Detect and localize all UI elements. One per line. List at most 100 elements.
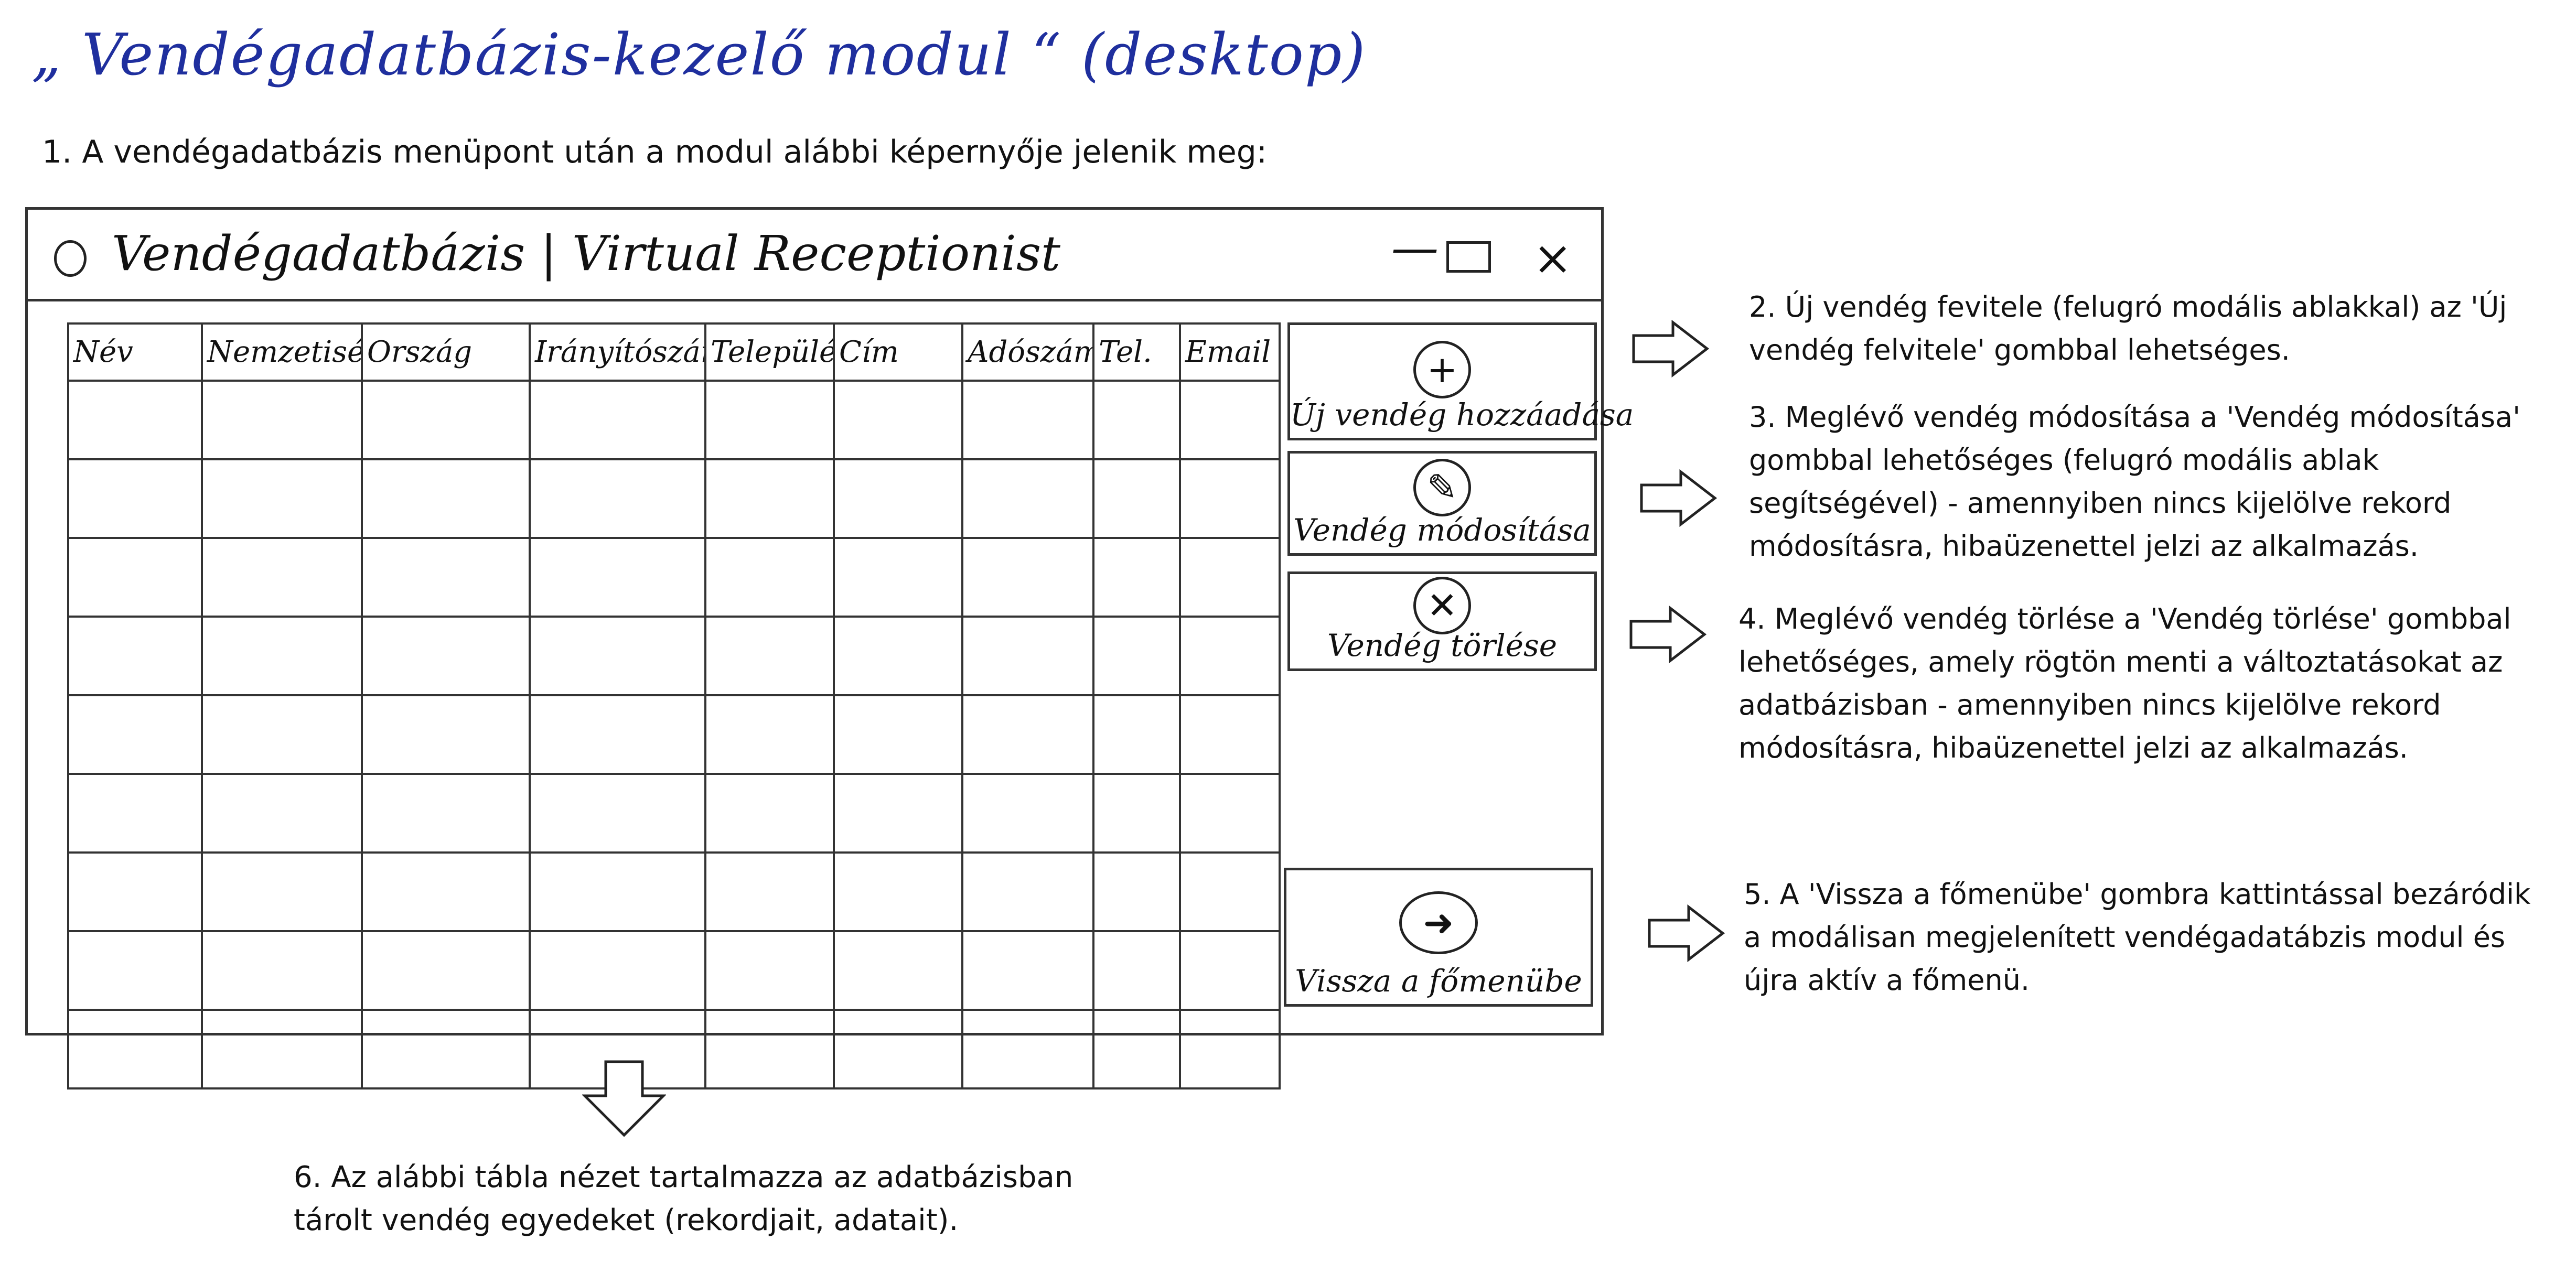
table-cell[interactable] xyxy=(361,694,531,775)
table-row[interactable] xyxy=(67,1009,1281,1089)
delete-guest-button[interactable]: ✕ Vendég törlése xyxy=(1287,571,1597,671)
table-cell[interactable] xyxy=(961,1009,1094,1089)
table-cell[interactable] xyxy=(833,616,963,696)
table-cell[interactable] xyxy=(1179,380,1281,460)
table-cell[interactable] xyxy=(529,930,706,1011)
table-row[interactable] xyxy=(67,537,1281,618)
table-cell[interactable] xyxy=(704,1009,835,1089)
table-cell[interactable] xyxy=(704,537,835,618)
table-cell[interactable] xyxy=(704,458,835,539)
table-cell[interactable] xyxy=(833,1009,963,1089)
column-header[interactable]: Nemzetiség xyxy=(201,322,363,382)
maximize-icon[interactable] xyxy=(1446,241,1491,273)
edit-guest-button[interactable]: ✎ Vendég módosítása xyxy=(1287,451,1597,556)
table-cell[interactable] xyxy=(361,851,531,932)
table-cell[interactable] xyxy=(201,616,363,696)
column-header[interactable]: Cím xyxy=(833,322,963,382)
table-cell[interactable] xyxy=(529,380,706,460)
table-row[interactable] xyxy=(67,851,1281,932)
table-cell[interactable] xyxy=(833,851,963,932)
close-icon[interactable]: × xyxy=(1533,231,1572,286)
table-cell[interactable] xyxy=(833,694,963,775)
table-cell[interactable] xyxy=(1179,930,1281,1011)
table-cell[interactable] xyxy=(529,773,706,854)
table-cell[interactable] xyxy=(833,380,963,460)
column-header[interactable]: Tel. xyxy=(1092,322,1181,382)
table-cell[interactable] xyxy=(67,930,203,1011)
table-cell[interactable] xyxy=(961,851,1094,932)
table-cell[interactable] xyxy=(1092,1009,1181,1089)
table-cell[interactable] xyxy=(704,616,835,696)
table-row[interactable] xyxy=(67,458,1281,539)
table-cell[interactable] xyxy=(1092,851,1181,932)
table-cell[interactable] xyxy=(704,380,835,460)
minimize-icon[interactable]: — xyxy=(1391,220,1439,275)
table-cell[interactable] xyxy=(961,380,1094,460)
table-cell[interactable] xyxy=(361,616,531,696)
table-cell[interactable] xyxy=(67,851,203,932)
table-cell[interactable] xyxy=(961,616,1094,696)
table-cell[interactable] xyxy=(1092,616,1181,696)
table-cell[interactable] xyxy=(361,380,531,460)
table-cell[interactable] xyxy=(67,537,203,618)
table-cell[interactable] xyxy=(201,537,363,618)
table-cell[interactable] xyxy=(704,851,835,932)
table-cell[interactable] xyxy=(361,1009,531,1089)
table-cell[interactable] xyxy=(833,930,963,1011)
table-cell[interactable] xyxy=(1092,694,1181,775)
table-row[interactable] xyxy=(67,380,1281,460)
table-cell[interactable] xyxy=(201,694,363,775)
table-cell[interactable] xyxy=(67,458,203,539)
column-header[interactable]: Név xyxy=(67,322,203,382)
table-cell[interactable] xyxy=(67,380,203,460)
column-header[interactable]: Irányítószám xyxy=(529,322,706,382)
table-cell[interactable] xyxy=(833,773,963,854)
table-cell[interactable] xyxy=(1179,773,1281,854)
table-cell[interactable] xyxy=(361,930,531,1011)
table-cell[interactable] xyxy=(361,458,531,539)
table-cell[interactable] xyxy=(529,537,706,618)
table-cell[interactable] xyxy=(1179,616,1281,696)
table-cell[interactable] xyxy=(201,1009,363,1089)
table-row[interactable] xyxy=(67,930,1281,1011)
table-cell[interactable] xyxy=(361,773,531,854)
table-row[interactable] xyxy=(67,616,1281,696)
table-cell[interactable] xyxy=(529,851,706,932)
table-cell[interactable] xyxy=(1092,537,1181,618)
table-cell[interactable] xyxy=(67,694,203,775)
table-cell[interactable] xyxy=(201,930,363,1011)
table-cell[interactable] xyxy=(201,773,363,854)
table-cell[interactable] xyxy=(1179,458,1281,539)
table-cell[interactable] xyxy=(529,694,706,775)
table-cell[interactable] xyxy=(704,694,835,775)
column-header[interactable]: Email xyxy=(1179,322,1281,382)
column-header[interactable]: Ország xyxy=(361,322,531,382)
table-cell[interactable] xyxy=(201,380,363,460)
table-cell[interactable] xyxy=(833,458,963,539)
table-cell[interactable] xyxy=(1179,851,1281,932)
table-cell[interactable] xyxy=(833,537,963,618)
table-cell[interactable] xyxy=(67,1009,203,1089)
table-cell[interactable] xyxy=(961,458,1094,539)
table-cell[interactable] xyxy=(961,694,1094,775)
table-row[interactable] xyxy=(67,694,1281,775)
table-cell[interactable] xyxy=(1179,537,1281,618)
table-cell[interactable] xyxy=(1092,380,1181,460)
table-cell[interactable] xyxy=(201,458,363,539)
column-header[interactable]: Település xyxy=(704,322,835,382)
table-cell[interactable] xyxy=(961,930,1094,1011)
table-row[interactable] xyxy=(67,773,1281,854)
table-cell[interactable] xyxy=(361,537,531,618)
table-cell[interactable] xyxy=(529,458,706,539)
table-cell[interactable] xyxy=(529,616,706,696)
table-cell[interactable] xyxy=(1092,773,1181,854)
table-cell[interactable] xyxy=(67,616,203,696)
add-guest-button[interactable]: + Új vendég hozzáadása xyxy=(1287,322,1634,440)
table-cell[interactable] xyxy=(1179,694,1281,775)
table-cell[interactable] xyxy=(1092,458,1181,539)
table-cell[interactable] xyxy=(704,930,835,1011)
table-cell[interactable] xyxy=(961,773,1094,854)
column-header[interactable]: Adószám xyxy=(961,322,1094,382)
table-cell[interactable] xyxy=(201,851,363,932)
table-cell[interactable] xyxy=(1179,1009,1281,1089)
